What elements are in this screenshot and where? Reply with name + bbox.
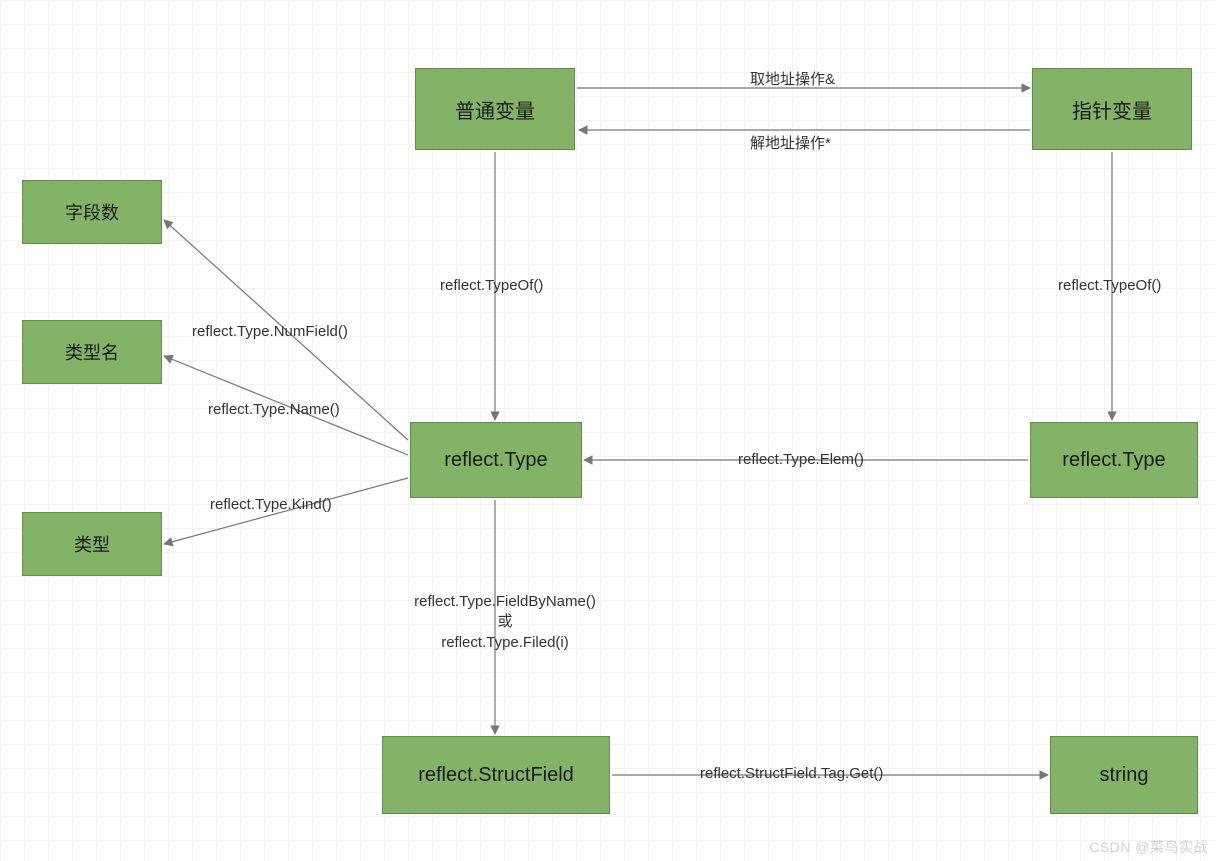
node-kind: 类型 [22, 512, 162, 576]
node-reflect-type-left: reflect.Type [410, 422, 582, 498]
node-type-name: 类型名 [22, 320, 162, 384]
node-label: reflect.StructField [418, 764, 574, 787]
edge-label-fieldby: reflect.Type.FieldByName() 或 reflect.Typ… [405, 592, 605, 653]
node-label: 普通变量 [455, 95, 535, 124]
node-label: string [1100, 764, 1149, 787]
edge-label-deref-op: 解地址操作* [750, 134, 831, 154]
edge-label-typeof-left: reflect.TypeOf() [440, 276, 543, 296]
edge-label-typeof-right: reflect.TypeOf() [1058, 276, 1161, 296]
edge-label-tagget: reflect.StructField.Tag.Get() [700, 764, 883, 784]
node-label: 指针变量 [1072, 95, 1152, 124]
watermark: CSDN @菜鸟实战 [1089, 837, 1208, 857]
edge-label-numfield: reflect.Type.NumField() [192, 322, 348, 342]
node-label: reflect.Type [1062, 449, 1165, 472]
edge-label-name: reflect.Type.Name() [208, 400, 340, 420]
node-label: reflect.Type [444, 449, 547, 472]
edge-label-addr-op: 取地址操作& [750, 70, 835, 90]
node-normal-variable: 普通变量 [415, 68, 575, 150]
node-label: 类型名 [65, 339, 119, 365]
node-pointer-variable: 指针变量 [1032, 68, 1192, 150]
node-label: 字段数 [65, 199, 119, 225]
node-field-count: 字段数 [22, 180, 162, 244]
node-reflect-structfield: reflect.StructField [382, 736, 610, 814]
node-string: string [1050, 736, 1198, 814]
node-label: 类型 [74, 531, 110, 557]
edge-label-elem: reflect.Type.Elem() [738, 450, 864, 470]
edge-label-kind: reflect.Type.Kind() [210, 495, 332, 515]
node-reflect-type-right: reflect.Type [1030, 422, 1198, 498]
diagram-canvas: 普通变量 指针变量 字段数 类型名 类型 reflect.Type reflec… [0, 0, 1216, 861]
